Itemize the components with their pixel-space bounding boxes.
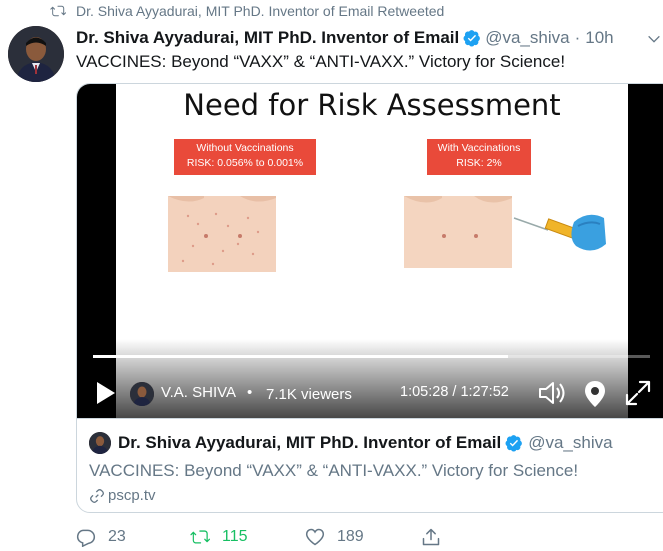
- link-icon: [90, 488, 104, 503]
- author-avatar[interactable]: [8, 26, 64, 82]
- media-card[interactable]: Need for Risk Assessment Without Vaccina…: [76, 83, 663, 513]
- retweet-button[interactable]: 115: [190, 527, 248, 547]
- fullscreen-icon[interactable]: [625, 380, 651, 406]
- risk-box-without-line2: RISK: 0.056% to 0.001%: [186, 157, 304, 169]
- like-count: 189: [337, 528, 364, 545]
- risk-box-with-line1: With Vaccinations: [437, 142, 521, 154]
- verified-badge-icon: [505, 435, 523, 452]
- like-button[interactable]: 189: [305, 527, 364, 547]
- risk-box-without: Without Vaccinations RISK: 0.056% to 0.0…: [174, 139, 316, 175]
- location-pin-icon[interactable]: [583, 380, 607, 408]
- card-author: Dr. Shiva Ayyadurai, MIT PhD. Inventor o…: [89, 432, 613, 454]
- reply-count: 23: [108, 528, 126, 545]
- risk-box-with: With Vaccinations RISK: 2%: [427, 139, 531, 175]
- video-progress-fill: [93, 355, 508, 358]
- heart-icon: [305, 528, 325, 546]
- verified-badge-icon: [463, 30, 481, 47]
- child-torso-image: [168, 196, 276, 272]
- child-torso-vaccinated-image: [404, 196, 512, 268]
- tweet-actions: 23 115 189: [76, 527, 456, 551]
- volume-icon[interactable]: [537, 379, 567, 407]
- author-name[interactable]: Dr. Shiva Ayyadurai, MIT PhD. Inventor o…: [76, 28, 459, 48]
- reply-button[interactable]: 23: [76, 527, 126, 547]
- retweet-banner-text[interactable]: Dr. Shiva Ayyadurai, MIT PhD. Inventor o…: [76, 3, 444, 19]
- retweet-icon: [190, 530, 210, 544]
- card-author-name[interactable]: Dr. Shiva Ayyadurai, MIT PhD. Inventor o…: [118, 433, 501, 453]
- card-author-handle[interactable]: @va_shiva: [528, 433, 612, 453]
- card-author-avatar[interactable]: [89, 432, 111, 454]
- tweet-header: Dr. Shiva Ayyadurai, MIT PhD. Inventor o…: [76, 27, 614, 49]
- syringe-image: [513, 214, 606, 251]
- card-link[interactable]: pscp.tv: [89, 487, 156, 504]
- viewer-count: 7.1K viewers: [266, 386, 352, 403]
- card-preview[interactable]: Dr. Shiva Ayyadurai, MIT PhD. Inventor o…: [77, 418, 663, 512]
- video-player[interactable]: Need for Risk Assessment Without Vaccina…: [77, 84, 663, 418]
- card-text: VACCINES: Beyond “VAXX” & “ANTI-VAXX.” V…: [89, 461, 579, 480]
- card-link-text[interactable]: pscp.tv: [108, 487, 156, 504]
- share-icon: [422, 528, 440, 546]
- share-button[interactable]: [421, 527, 453, 547]
- retweet-count: 115: [222, 528, 248, 545]
- retweet-icon: [50, 5, 66, 17]
- host-avatar[interactable]: [130, 382, 154, 406]
- tweet-timestamp[interactable]: 10h: [585, 28, 613, 48]
- retweet-banner: Dr. Shiva Ayyadurai, MIT PhD. Inventor o…: [50, 1, 444, 21]
- play-icon[interactable]: [95, 380, 117, 406]
- avatar-image: [8, 26, 64, 82]
- author-handle[interactable]: @va_shiva: [485, 28, 569, 48]
- host-name[interactable]: V.A. SHIVA: [161, 384, 236, 401]
- slide-title: Need for Risk Assessment: [183, 88, 561, 122]
- separator-dot: ·: [574, 28, 581, 47]
- reply-icon: [76, 529, 96, 547]
- card-avatar-image: [89, 432, 111, 454]
- risk-box-with-line2: RISK: 2%: [456, 157, 502, 169]
- risk-box-without-line1: Without Vaccinations: [196, 142, 294, 154]
- video-controls: V.A. SHIVA • 7.1K viewers 1:05:28 / 1:27…: [77, 374, 663, 410]
- bullet-separator: •: [247, 384, 253, 401]
- video-timecode: 1:05:28 / 1:27:52: [400, 384, 509, 400]
- chevron-down-icon[interactable]: [646, 31, 662, 47]
- tweet-text: VACCINES: Beyond “VAXX” & “ANTI-VAXX.” V…: [76, 52, 566, 71]
- host-avatar-image: [130, 382, 154, 406]
- video-progress-bar[interactable]: [93, 355, 650, 358]
